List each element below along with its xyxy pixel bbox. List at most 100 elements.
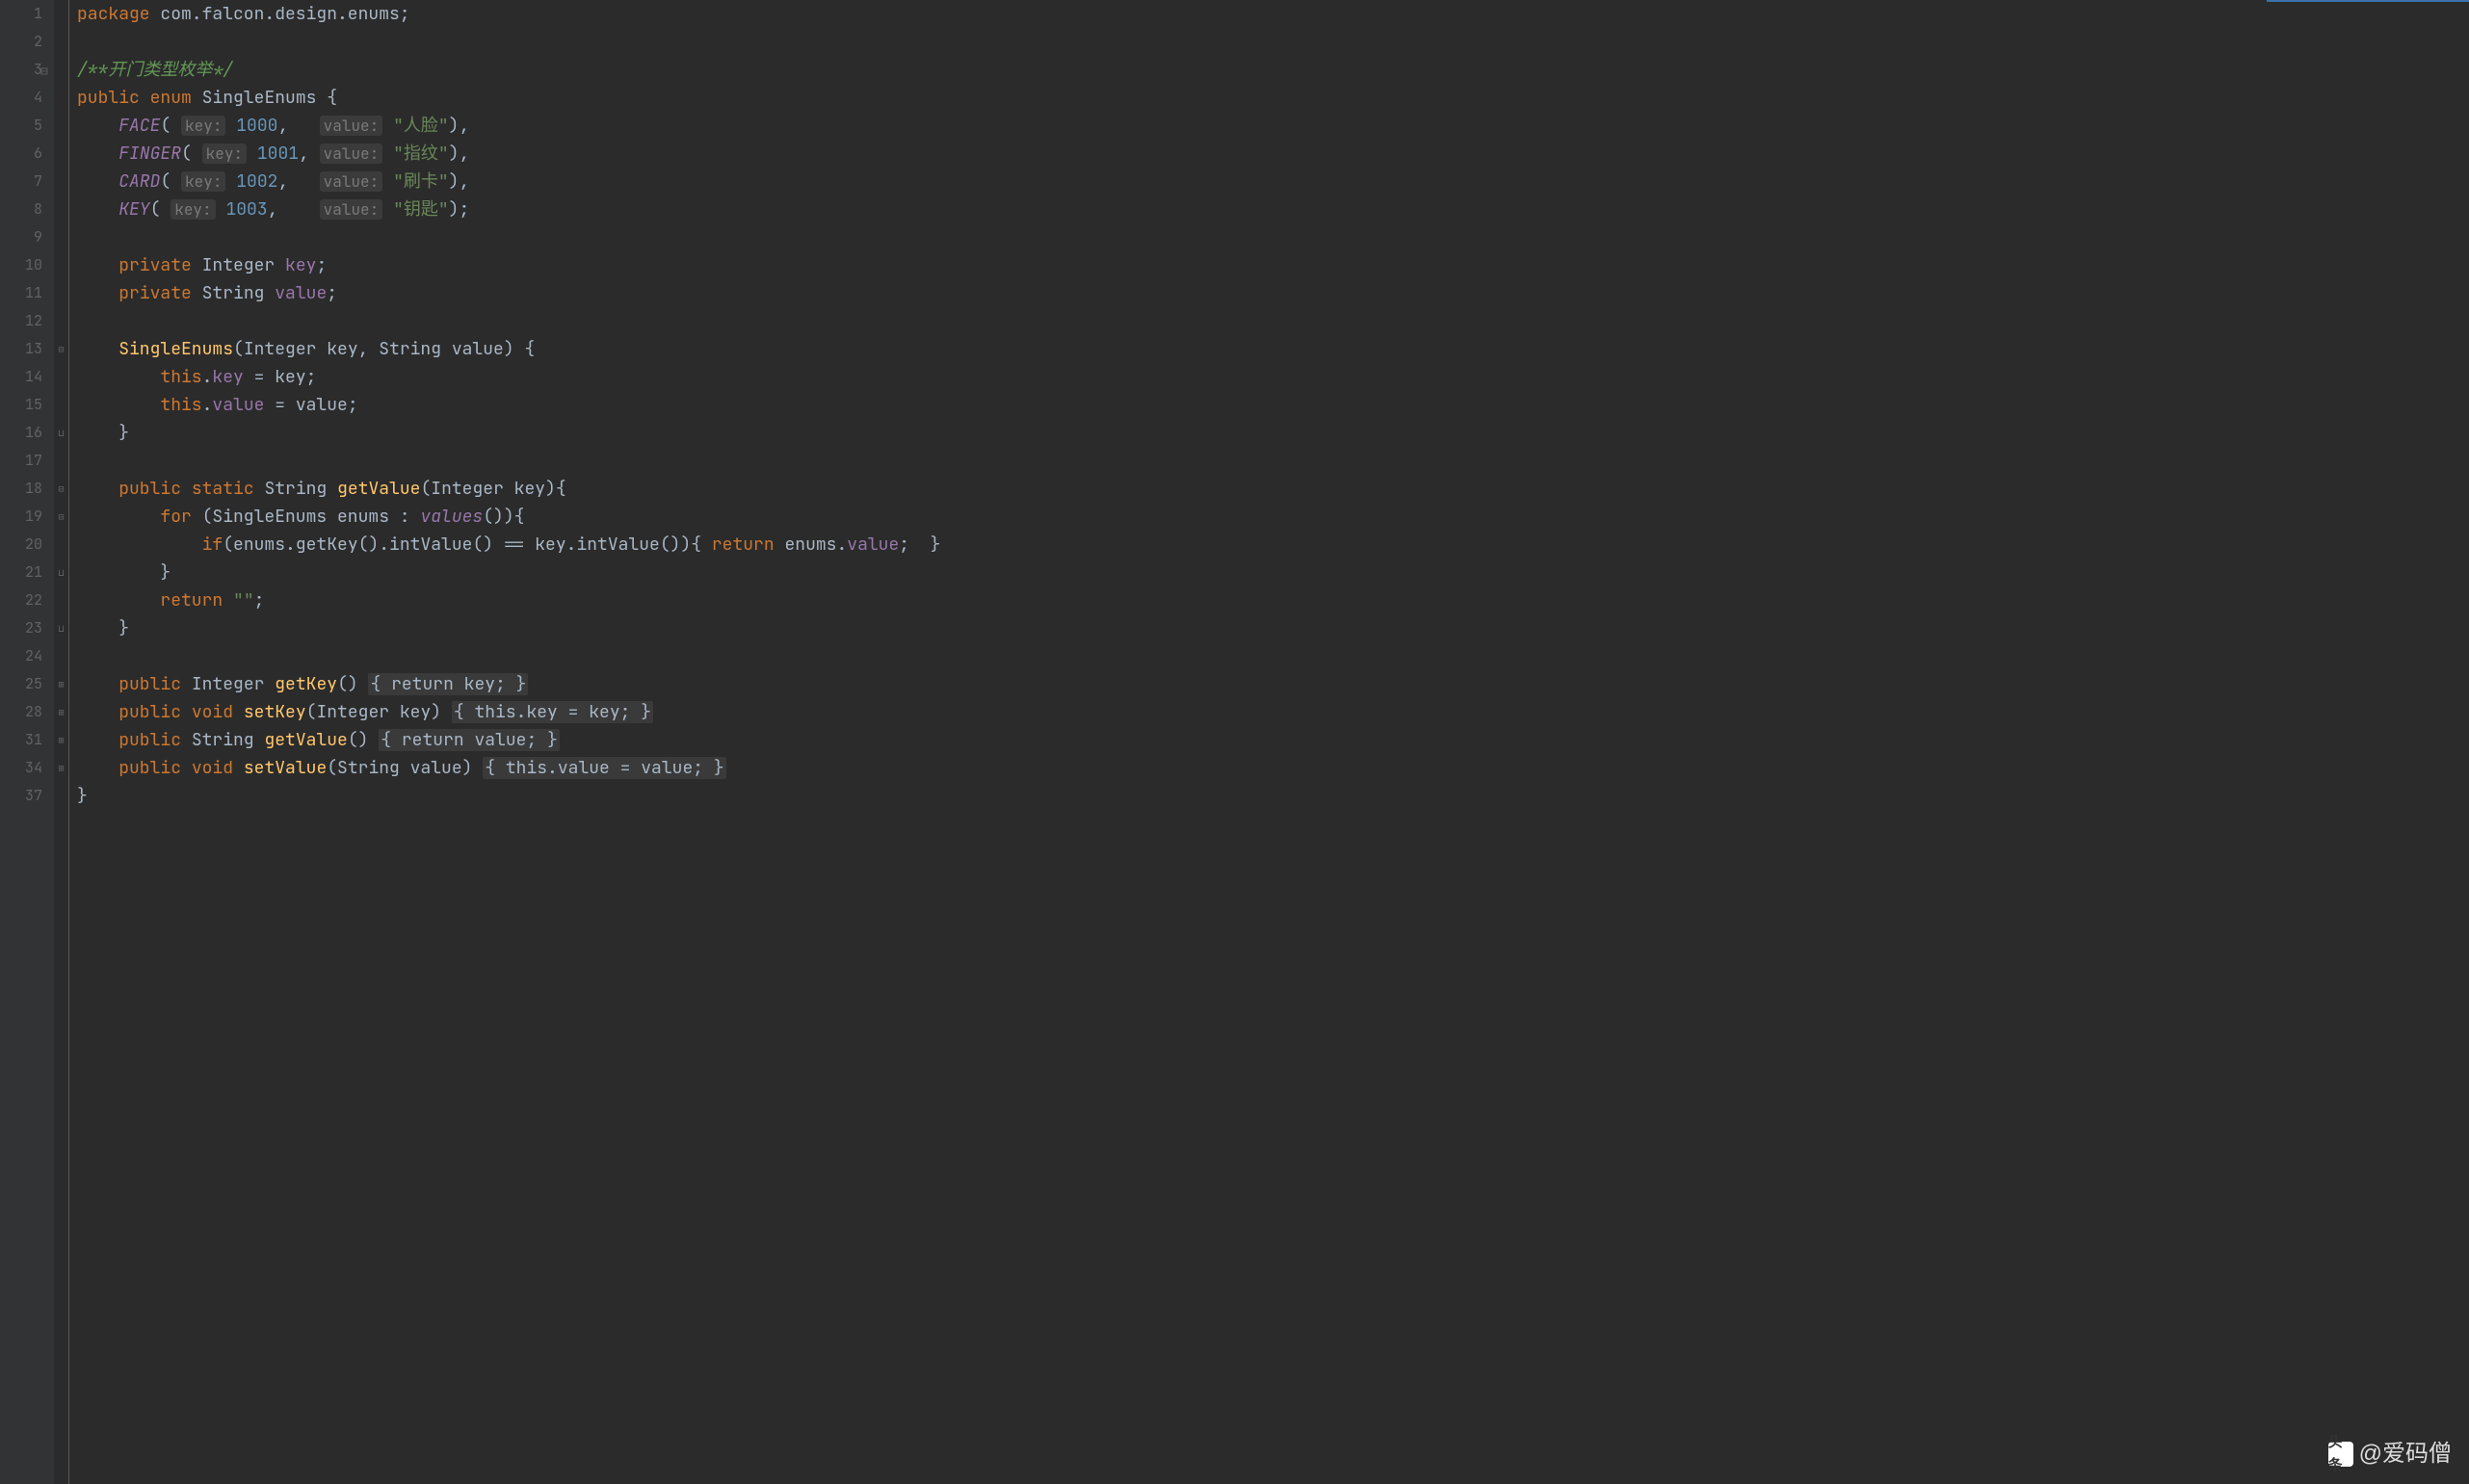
number-literal: 1003 — [225, 198, 267, 221]
code-line[interactable]: private Integer key; — [77, 251, 2469, 279]
enum-constant: KEY — [118, 198, 149, 221]
method-name: getValue — [264, 729, 347, 751]
code-line[interactable]: if(enums.getKey().intValue() == key.intV… — [77, 531, 2469, 559]
fold-end-icon[interactable]: ⊔ — [56, 428, 66, 438]
line-number[interactable]: 17 — [0, 447, 42, 475]
line-number[interactable]: 34 — [0, 754, 42, 782]
line-number[interactable]: 20 — [0, 531, 42, 559]
code-line[interactable]: public void setKey(Integer key) { this.k… — [77, 698, 2469, 726]
code-line[interactable]: /**开门类型枚举*/ — [77, 56, 2469, 84]
line-number[interactable]: 22 — [0, 586, 42, 614]
code-line[interactable]: public String getValue() { return value;… — [77, 726, 2469, 754]
code-line[interactable]: this.key = key; — [77, 363, 2469, 391]
code-line[interactable] — [77, 223, 2469, 251]
line-number[interactable]: 5 — [0, 112, 42, 140]
fold-start-icon[interactable]: ⊟ — [56, 344, 66, 354]
line-number[interactable]: 12 — [0, 307, 42, 335]
code-line[interactable]: FINGER( key: 1001, value: "指纹"), — [77, 140, 2469, 168]
parameter-hint: key: — [181, 171, 225, 192]
code-line[interactable]: KEY( key: 1003, value: "钥匙"); — [77, 195, 2469, 223]
comment-fold-icon[interactable]: ⊟ — [40, 62, 48, 82]
code-line[interactable]: public static String getValue(Integer ke… — [77, 475, 2469, 503]
code-line[interactable]: CARD( key: 1002, value: "刷卡"), — [77, 168, 2469, 195]
line-number[interactable]: 7 — [0, 168, 42, 195]
code-line[interactable]: } — [77, 559, 2469, 586]
line-number[interactable]: 16 — [0, 419, 42, 447]
params: () — [348, 729, 379, 751]
code-line[interactable]: public Integer getKey() { return key; } — [77, 670, 2469, 698]
line-number[interactable]: 31 — [0, 726, 42, 754]
brace: } — [118, 422, 129, 444]
code-line[interactable]: public enum SingleEnums { — [77, 84, 2469, 112]
code-line[interactable]: } — [77, 782, 2469, 810]
code-line[interactable] — [77, 28, 2469, 56]
line-number[interactable]: 3 — [0, 56, 42, 84]
line-number[interactable]: 14 — [0, 363, 42, 391]
line-number[interactable]: 6 — [0, 140, 42, 168]
line-number[interactable]: 11 — [0, 279, 42, 307]
fold-end-icon[interactable]: ⊔ — [56, 623, 66, 634]
code-line[interactable]: FACE( key: 1000, value: "人脸"), — [77, 112, 2469, 140]
line-number[interactable]: 37 — [0, 782, 42, 810]
code-line[interactable]: } — [77, 614, 2469, 642]
line-number[interactable]: 23 — [0, 614, 42, 642]
folded-body[interactable]: { this.key = key; } — [452, 701, 653, 723]
line-number[interactable]: 18 — [0, 475, 42, 503]
line-number-gutter[interactable]: 1 2 3 4 5 6 7 8 9 10 11 12 13 14 15 16 1… — [0, 0, 54, 1484]
ident: key; — [275, 366, 316, 388]
line-number[interactable]: 9 — [0, 223, 42, 251]
line-number[interactable]: 13 — [0, 335, 42, 363]
code-line[interactable]: this.value = value; — [77, 391, 2469, 419]
code-line[interactable]: package com.falcon.design.enums; — [77, 0, 2469, 28]
line-number[interactable]: 15 — [0, 391, 42, 419]
line-number[interactable]: 8 — [0, 195, 42, 223]
line-number[interactable]: 4 — [0, 84, 42, 112]
line-number[interactable]: 25 — [0, 670, 42, 698]
line-number[interactable]: 19 — [0, 503, 42, 531]
fold-expand-icon[interactable]: ⊞ — [56, 735, 66, 745]
fold-column[interactable]: ⊟ ⊟ ⊔ ⊟ ⊟ ⊔ ⊔ ⊞ ⊞ ⊞ ⊞ — [54, 0, 69, 1484]
code-line[interactable]: SingleEnums(Integer key, String value) { — [77, 335, 2469, 363]
folded-body[interactable]: { return key; } — [368, 673, 528, 695]
folded-body[interactable]: { return value; } — [379, 729, 560, 751]
code-line[interactable]: } — [77, 419, 2469, 447]
keyword: public — [118, 757, 181, 779]
keyword: void — [192, 757, 233, 779]
code-editor[interactable]: 1 2 3 4 5 6 7 8 9 10 11 12 13 14 15 16 1… — [0, 0, 2469, 1484]
fold-start-icon[interactable]: ⊟ — [56, 511, 66, 522]
line-number[interactable]: 28 — [0, 698, 42, 726]
code-line[interactable] — [77, 447, 2469, 475]
if-end: ()){ — [660, 534, 712, 556]
code-line[interactable]: for (SingleEnums enums : values()){ — [77, 503, 2469, 531]
keyword: public — [118, 673, 181, 695]
number-literal: 1000 — [236, 115, 277, 137]
watermark-logo-icon: 头条 — [2328, 1442, 2353, 1467]
method-call: getKey — [296, 534, 358, 556]
field: key — [285, 254, 316, 276]
code-line[interactable] — [77, 307, 2469, 335]
watermark-handle: @爱码僧 — [2359, 1436, 2452, 1472]
code-line[interactable]: public void setValue(String value) { thi… — [77, 754, 2469, 782]
line-number[interactable]: 2 — [0, 28, 42, 56]
fold-start-icon[interactable]: ⊟ — [56, 483, 66, 494]
semi: ; — [316, 254, 327, 276]
code-area[interactable]: package com.falcon.design.enums; /**开门类型… — [69, 0, 2469, 1484]
keyword: for — [160, 506, 191, 528]
line-number[interactable]: 10 — [0, 251, 42, 279]
line-number[interactable]: 1 — [0, 0, 42, 28]
parameter-hint: key: — [181, 116, 225, 136]
fold-expand-icon[interactable]: ⊞ — [56, 763, 66, 773]
parameter-hint: key: — [171, 199, 215, 220]
fold-expand-icon[interactable]: ⊞ — [56, 679, 66, 690]
fold-expand-icon[interactable]: ⊞ — [56, 707, 66, 717]
punct: ); — [449, 198, 470, 221]
folded-body[interactable]: { this.value = value; } — [483, 757, 725, 779]
line-number[interactable]: 21 — [0, 559, 42, 586]
fold-end-icon[interactable]: ⊔ — [56, 567, 66, 578]
ret: enums. — [775, 534, 848, 556]
for-head: (SingleEnums enums : — [192, 506, 421, 528]
code-line[interactable]: return ""; — [77, 586, 2469, 614]
code-line[interactable]: private String value; — [77, 279, 2469, 307]
code-line[interactable] — [77, 642, 2469, 670]
line-number[interactable]: 24 — [0, 642, 42, 670]
